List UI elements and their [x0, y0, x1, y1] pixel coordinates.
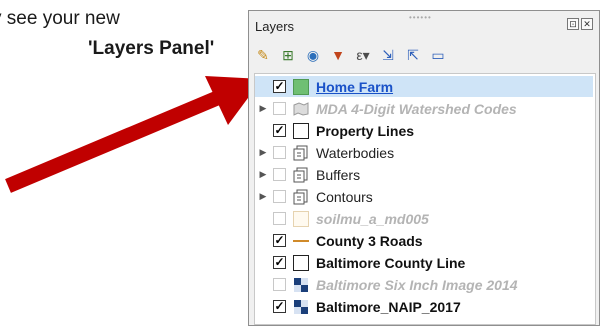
layer-name: MDA 4-Digit Watershed Codes [316, 100, 517, 117]
layer-name: Property Lines [316, 122, 415, 139]
layer-group-icon [293, 189, 309, 205]
layer-name: Baltimore_NAIP_2017 [316, 298, 461, 315]
layer-name: Contours [316, 188, 373, 205]
layer-group-icon [293, 145, 309, 161]
layers-toolbar: ✎ ⊞ ◉ ▼ ε▾ ⇲ ⇱ ▭ [253, 43, 448, 67]
collapse-all-icon[interactable]: ⇱ [403, 45, 423, 65]
layer-name: soilmu_a_md005 [316, 210, 429, 227]
filter-icon[interactable]: ▼ [328, 45, 348, 65]
expand-all-icon[interactable]: ⇲ [378, 45, 398, 65]
layer-row[interactable]: ✓ County 3 Roads [255, 230, 593, 251]
layer-name: Waterbodies [316, 144, 395, 161]
layer-row[interactable]: ▶ Contours [255, 186, 593, 207]
layer-name: Home Farm [316, 78, 394, 95]
layer-tree: ✓ Home Farm ▶ MDA 4-Digit Watershed Codes ✓ P… [254, 73, 596, 325]
layer-row[interactable]: ▶ Waterbodies [255, 142, 593, 163]
remove-layer-icon[interactable]: ▭ [428, 45, 448, 65]
layer-row[interactable]: ✓ Property Lines [255, 120, 593, 141]
expand-arrow-icon[interactable]: ▶ [257, 147, 269, 158]
layer-name: Baltimore Six Inch Image 2014 [316, 276, 518, 293]
eye-icon[interactable]: ◉ [303, 45, 323, 65]
layer-visibility-checkbox[interactable] [273, 102, 286, 115]
add-group-icon[interactable]: ⊞ [278, 45, 298, 65]
filter-expression-icon[interactable]: ε▾ [353, 45, 373, 65]
layer-visibility-checkbox[interactable]: ✓ [273, 300, 286, 313]
layers-panel: Layers •••••• ⊡ ✕ ✎ ⊞ ◉ ▼ ε▾ ⇲ ⇱ ▭ ✓ Home Farm ▶ M… [248, 10, 600, 326]
line-symbol-icon [293, 233, 309, 249]
layer-group-icon [293, 167, 309, 183]
expand-arrow-icon[interactable]: ▶ [257, 169, 269, 180]
layer-visibility-checkbox[interactable] [273, 212, 286, 225]
panel-title: Layers [255, 19, 295, 34]
layer-name: County 3 Roads [316, 232, 423, 249]
expand-arrow-icon[interactable]: ▶ [257, 191, 269, 202]
polygon-outline-symbol-icon [293, 122, 309, 139]
layer-visibility-checkbox[interactable]: ✓ [273, 80, 286, 93]
layer-row[interactable]: ✓ Home Farm [255, 76, 593, 97]
layer-row[interactable]: ▶ MDA 4-Digit Watershed Codes [255, 98, 593, 119]
layer-row[interactable]: ▶ Buffers [255, 164, 593, 185]
polygon-outline-symbol-icon [293, 254, 309, 271]
float-panel-button[interactable]: ⊡ [567, 18, 579, 30]
expand-arrow-icon[interactable]: ▶ [257, 103, 269, 114]
drag-grip-icon[interactable]: •••••• [409, 13, 432, 22]
layer-visibility-checkbox[interactable]: ✓ [273, 256, 286, 269]
layer-visibility-checkbox[interactable] [273, 146, 286, 159]
paintbrush-icon[interactable]: ✎ [253, 45, 273, 65]
layer-visibility-checkbox[interactable] [273, 278, 286, 291]
layer-name: Buffers [316, 166, 361, 183]
layer-row[interactable]: Baltimore Six Inch Image 2014 [255, 274, 593, 295]
raster-layer-icon [293, 277, 309, 293]
raster-layer-icon [293, 299, 309, 315]
layer-visibility-checkbox[interactable] [273, 168, 286, 181]
polygon-outline-symbol-icon [293, 210, 309, 227]
polygon-layer-icon [293, 101, 309, 117]
layer-visibility-checkbox[interactable]: ✓ [273, 234, 286, 247]
layer-visibility-checkbox[interactable] [273, 190, 286, 203]
layer-row[interactable]: ✓ Baltimore County Line [255, 252, 593, 273]
close-panel-button[interactable]: ✕ [581, 18, 593, 30]
layer-row[interactable]: soilmu_a_md005 [255, 208, 593, 229]
layer-visibility-checkbox[interactable]: ✓ [273, 124, 286, 137]
layer-name: Baltimore County Line [316, 254, 466, 271]
layer-row[interactable]: ✓ Baltimore_NAIP_2017 [255, 296, 593, 317]
polygon-fill-symbol-icon [293, 78, 309, 95]
panel-titlebar: Layers •••••• ⊡ ✕ [249, 11, 599, 37]
